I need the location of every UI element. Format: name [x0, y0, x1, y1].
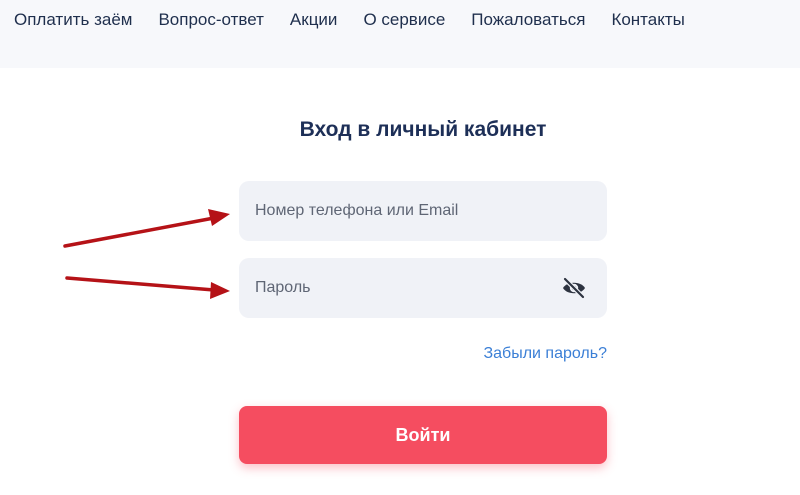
nav-item-faq[interactable]: Вопрос-ответ: [158, 10, 263, 30]
phone-or-email-input[interactable]: [239, 181, 607, 241]
forgot-password-link[interactable]: Забыли пароль?: [483, 345, 607, 363]
nav-item-promotions[interactable]: Акции: [290, 10, 338, 30]
nav-item-about[interactable]: О сервисе: [363, 10, 445, 30]
nav-item-pay-loan[interactable]: Оплатить заём: [14, 10, 132, 30]
eye-off-icon[interactable]: [561, 276, 587, 300]
login-title: Вход в личный кабинет: [299, 118, 547, 141]
main-nav: Оплатить заём Вопрос-ответ Акции О серви…: [14, 10, 685, 30]
nav-item-contacts[interactable]: Контакты: [611, 10, 684, 30]
login-field: [239, 181, 607, 241]
top-navigation-bar: Оплатить заём Вопрос-ответ Акции О серви…: [0, 0, 800, 68]
password-input[interactable]: [239, 258, 607, 318]
arrow-icon: [65, 276, 230, 299]
login-button[interactable]: Войти: [239, 406, 607, 464]
password-field: [239, 258, 607, 318]
nav-item-complaint[interactable]: Пожаловаться: [471, 10, 585, 30]
arrow-icon: [63, 209, 230, 248]
